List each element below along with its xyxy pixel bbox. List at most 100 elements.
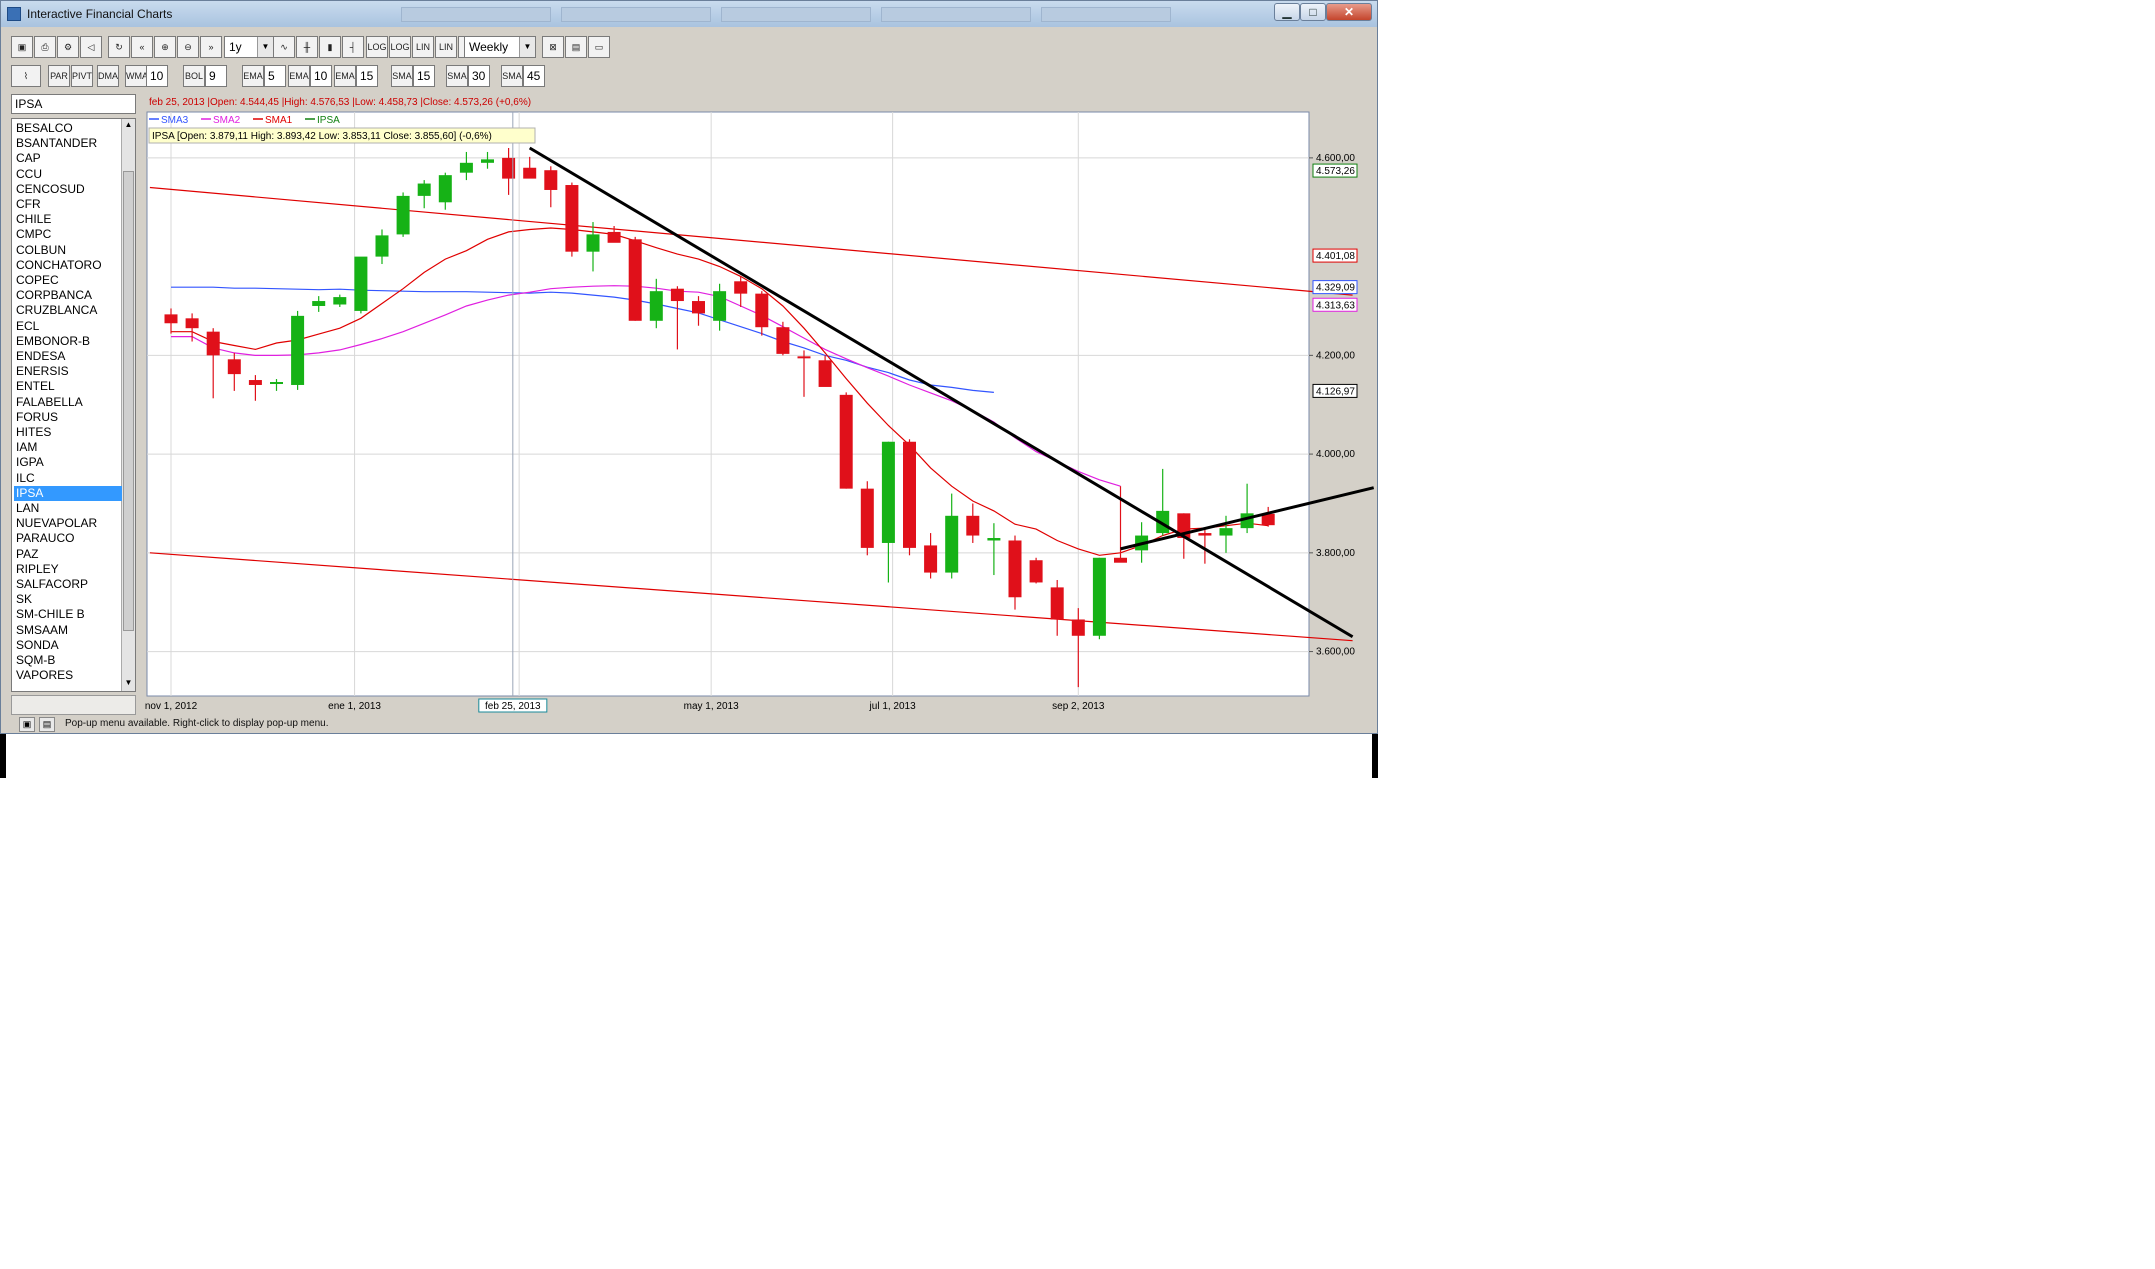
candle-body[interactable] [839,394,853,489]
symbol-list-item[interactable]: PARAUCO [14,531,122,546]
bol-button[interactable]: BOL [183,65,205,87]
candle-body[interactable] [797,356,811,359]
candle-body[interactable] [670,288,684,302]
pivot-points-button[interactable]: PIVT PTS [71,65,93,87]
line-chart-icon[interactable]: ∿ [273,36,295,58]
symbol-list-item[interactable]: ENTEL [14,379,122,394]
symbol-list-item[interactable]: CORPBANCA [14,288,122,303]
symbol-list-item[interactable]: SM-CHILE B [14,607,122,622]
candle-body[interactable] [375,235,389,257]
candle-body[interactable] [1092,557,1106,636]
log-percent-button[interactable]: LOG [389,36,411,58]
symbol-list-item[interactable]: BESALCO [14,121,122,136]
symbol-list-item[interactable]: FALABELLA [14,395,122,410]
print-icon[interactable]: ⎙ [34,36,56,58]
candle-body[interactable] [1008,540,1022,598]
ema3-period-input[interactable]: 15 [356,65,378,87]
candle-body[interactable] [945,515,959,573]
lin-percent-button[interactable]: LIN [435,36,457,58]
symbol-list-item[interactable]: ENDESA [14,349,122,364]
candle-body[interactable] [628,239,642,321]
bar-chart-icon[interactable]: ╫ [296,36,318,58]
plot-area[interactable] [146,111,1310,697]
candle-body[interactable] [818,360,832,387]
zoom-in-icon[interactable]: ⊕ [154,36,176,58]
symbol-list-item[interactable]: BSANTANDER [14,136,122,151]
sma3-button[interactable]: SMA [501,65,523,87]
symbol-list-item[interactable]: SQM-B [14,653,122,668]
symbol-list-item[interactable]: CCU [14,167,122,182]
symbol-list-item[interactable]: CRUZBLANCA [14,303,122,318]
wma-period-input[interactable]: 10 [146,65,168,87]
candle-body[interactable] [1198,533,1212,536]
settings-icon[interactable]: ⚙ [57,36,79,58]
symbol-list-item[interactable]: SK [14,592,122,607]
ema2-button[interactable]: EMA [288,65,310,87]
candle-body[interactable] [164,314,178,324]
symbol-list-item[interactable]: IAM [14,440,122,455]
candle-body[interactable] [987,538,1001,541]
candle-body[interactable] [291,315,305,385]
symbol-list-item[interactable]: RIPLEY [14,562,122,577]
symbol-list-item[interactable]: LAN [14,501,122,516]
symbol-list-item[interactable]: ILC [14,471,122,486]
ema3-button[interactable]: EMA [334,65,356,87]
symbol-list-scrollbar[interactable]: ▲ ▼ [121,119,135,691]
candle-body[interactable] [1050,587,1064,620]
candle-body[interactable] [734,281,748,294]
candle-body[interactable] [312,301,326,306]
candle-body[interactable] [860,488,874,548]
minimize-button[interactable]: ▁ [1274,3,1300,21]
symbol-list-item[interactable]: ENERSIS [14,364,122,379]
sma3-period-input[interactable]: 45 [523,65,545,87]
lin-button[interactable]: LIN [412,36,434,58]
symbol-list-item[interactable]: HITES [14,425,122,440]
candle-body[interactable] [881,441,895,543]
symbol-list-item[interactable]: COLBUN [14,243,122,258]
forward-icon[interactable]: » [200,36,222,58]
candle-body[interactable] [438,175,452,203]
close-button[interactable]: ✕ [1326,3,1372,21]
candle-body[interactable] [776,327,790,354]
symbol-list-item[interactable]: NUEVAPOLAR [14,516,122,531]
candle-body[interactable] [354,256,368,311]
candle-body[interactable] [227,359,241,375]
candle-body[interactable] [1219,528,1233,536]
candle-body[interactable] [459,162,473,173]
symbol-list-item[interactable]: SALFACORP [14,577,122,592]
symbol-list-item[interactable]: CFR [14,197,122,212]
candle-body[interactable] [333,297,347,305]
candle-body[interactable] [586,234,600,252]
popup-menu-icon[interactable]: ▤ [39,717,55,732]
candle-body[interactable] [903,441,916,548]
candlestick-icon[interactable]: ▮ [319,36,341,58]
sma1-period-input[interactable]: 15 [413,65,435,87]
candle-body[interactable] [1071,619,1085,636]
bol-period-input[interactable]: 9 [205,65,227,87]
symbol-list-item[interactable]: ECL [14,319,122,334]
sma2-button[interactable]: SMA [446,65,468,87]
window-icon[interactable]: ▭ [588,36,610,58]
symbol-list-item[interactable]: CHILE [14,212,122,227]
candle-body[interactable] [185,318,199,329]
wma-button[interactable]: WMA [125,65,147,87]
candle-body[interactable] [544,170,558,190]
maximize-button[interactable]: □ [1300,3,1326,21]
candle-body[interactable] [248,380,262,385]
candle-body[interactable] [396,195,410,235]
symbol-list-item[interactable]: IGPA [14,455,122,470]
symbol-list-item[interactable]: CONCHATORO [14,258,122,273]
symbol-list-item[interactable]: FORUS [14,410,122,425]
ohlc-icon[interactable]: ┤ [342,36,364,58]
log-button[interactable]: LOG [366,36,388,58]
symbol-list-item[interactable]: VAPORES [14,668,122,683]
scrollbar-thumb[interactable] [123,171,134,631]
sma2-period-input[interactable]: 30 [468,65,490,87]
candle-body[interactable] [1029,560,1043,583]
symbol-list-item[interactable]: SMSAAM [14,623,122,638]
interval-select[interactable]: Weekly ▼ [464,36,536,58]
scroll-down-icon[interactable]: ▼ [123,678,134,690]
zoom-out-icon[interactable]: ⊖ [177,36,199,58]
symbol-list-item[interactable]: CMPC [14,227,122,242]
candle-body[interactable] [417,183,431,196]
